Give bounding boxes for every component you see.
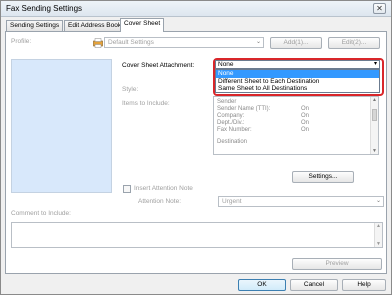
- attachment-selected-value: None: [218, 61, 234, 68]
- cover-sheet-attachment-label: Cover Sheet Attachment:: [122, 62, 195, 69]
- list-item: Sender Name (TTI): On: [217, 106, 310, 112]
- option-same-sheet[interactable]: Same Sheet to All Destinations: [216, 85, 379, 93]
- edit-profile-button[interactable]: Edit(2)...: [328, 37, 380, 49]
- list-item: Dept./Div.: On: [217, 120, 310, 126]
- chevron-down-icon: ⌄: [375, 198, 381, 204]
- add-profile-button[interactable]: Add(1)...: [270, 37, 322, 49]
- items-scrollbar[interactable]: ▲ ▼: [370, 97, 378, 154]
- preview-button[interactable]: Preview: [292, 258, 382, 270]
- scroll-up-icon: ▲: [372, 97, 377, 103]
- help-button[interactable]: Help: [342, 279, 386, 291]
- close-icon[interactable]: ✕: [373, 3, 386, 14]
- comment-scrollbar[interactable]: ▲ ▼: [374, 223, 382, 247]
- cover-sheet-preview: [11, 59, 112, 193]
- attention-note-select[interactable]: Urgent ⌄: [218, 196, 384, 207]
- items-to-include-list[interactable]: Sender Sender Name (TTI): On Company: On D…: [213, 96, 379, 155]
- list-item: Destination: [217, 139, 248, 145]
- cover-sheet-attachment-select[interactable]: None ▾: [215, 60, 380, 69]
- scroll-down-icon: ▼: [372, 148, 377, 154]
- list-item: Sender: [217, 99, 237, 105]
- tab-sending-settings[interactable]: Sending Settings: [6, 20, 64, 31]
- style-label: Style:: [122, 86, 139, 93]
- ok-button[interactable]: OK: [238, 279, 286, 291]
- tab-edit-address-book[interactable]: Edit Address Book: [64, 20, 126, 31]
- scroll-thumb[interactable]: [372, 109, 377, 121]
- list-item: Fax Number: On: [217, 127, 310, 133]
- profile-select[interactable]: Default Settings ⌄: [104, 37, 264, 48]
- attention-note-value: Urgent: [222, 198, 242, 205]
- insert-attention-note-checkbox[interactable]: [123, 185, 131, 193]
- insert-attention-note-label: Insert Attention Note: [134, 185, 193, 192]
- fax-sending-settings-window: Fax Sending Settings ✕ Sending Settings …: [0, 0, 392, 295]
- chevron-down-icon: ⌄: [255, 39, 261, 45]
- items-to-include-label: Items to Include:: [122, 100, 170, 107]
- profile-label: Profile:: [11, 38, 32, 45]
- window-title: Fax Sending Settings: [6, 4, 83, 13]
- option-different-sheet[interactable]: Different Sheet to Each Destination: [216, 78, 379, 86]
- cancel-button[interactable]: Cancel: [290, 279, 338, 291]
- attachment-options-list: None Different Sheet to Each Destination…: [215, 69, 380, 93]
- title-bar: Fax Sending Settings ✕: [1, 1, 391, 17]
- comment-label: Comment to Include:: [11, 210, 71, 217]
- attention-note-label: Attention Note:: [138, 198, 181, 205]
- profile-value: Default Settings: [108, 39, 154, 46]
- printer-profile-icon: [93, 38, 103, 48]
- tab-cover-sheet[interactable]: Cover Sheet: [120, 18, 165, 32]
- chevron-down-icon: ▾: [373, 61, 377, 67]
- settings-button[interactable]: Settings...: [292, 171, 354, 183]
- scroll-up-icon: ▲: [376, 223, 381, 229]
- option-none[interactable]: None: [216, 70, 379, 78]
- comment-textarea[interactable]: ▲ ▼: [11, 222, 383, 248]
- list-item: Company: On: [217, 113, 310, 119]
- scroll-down-icon: ▼: [376, 241, 381, 247]
